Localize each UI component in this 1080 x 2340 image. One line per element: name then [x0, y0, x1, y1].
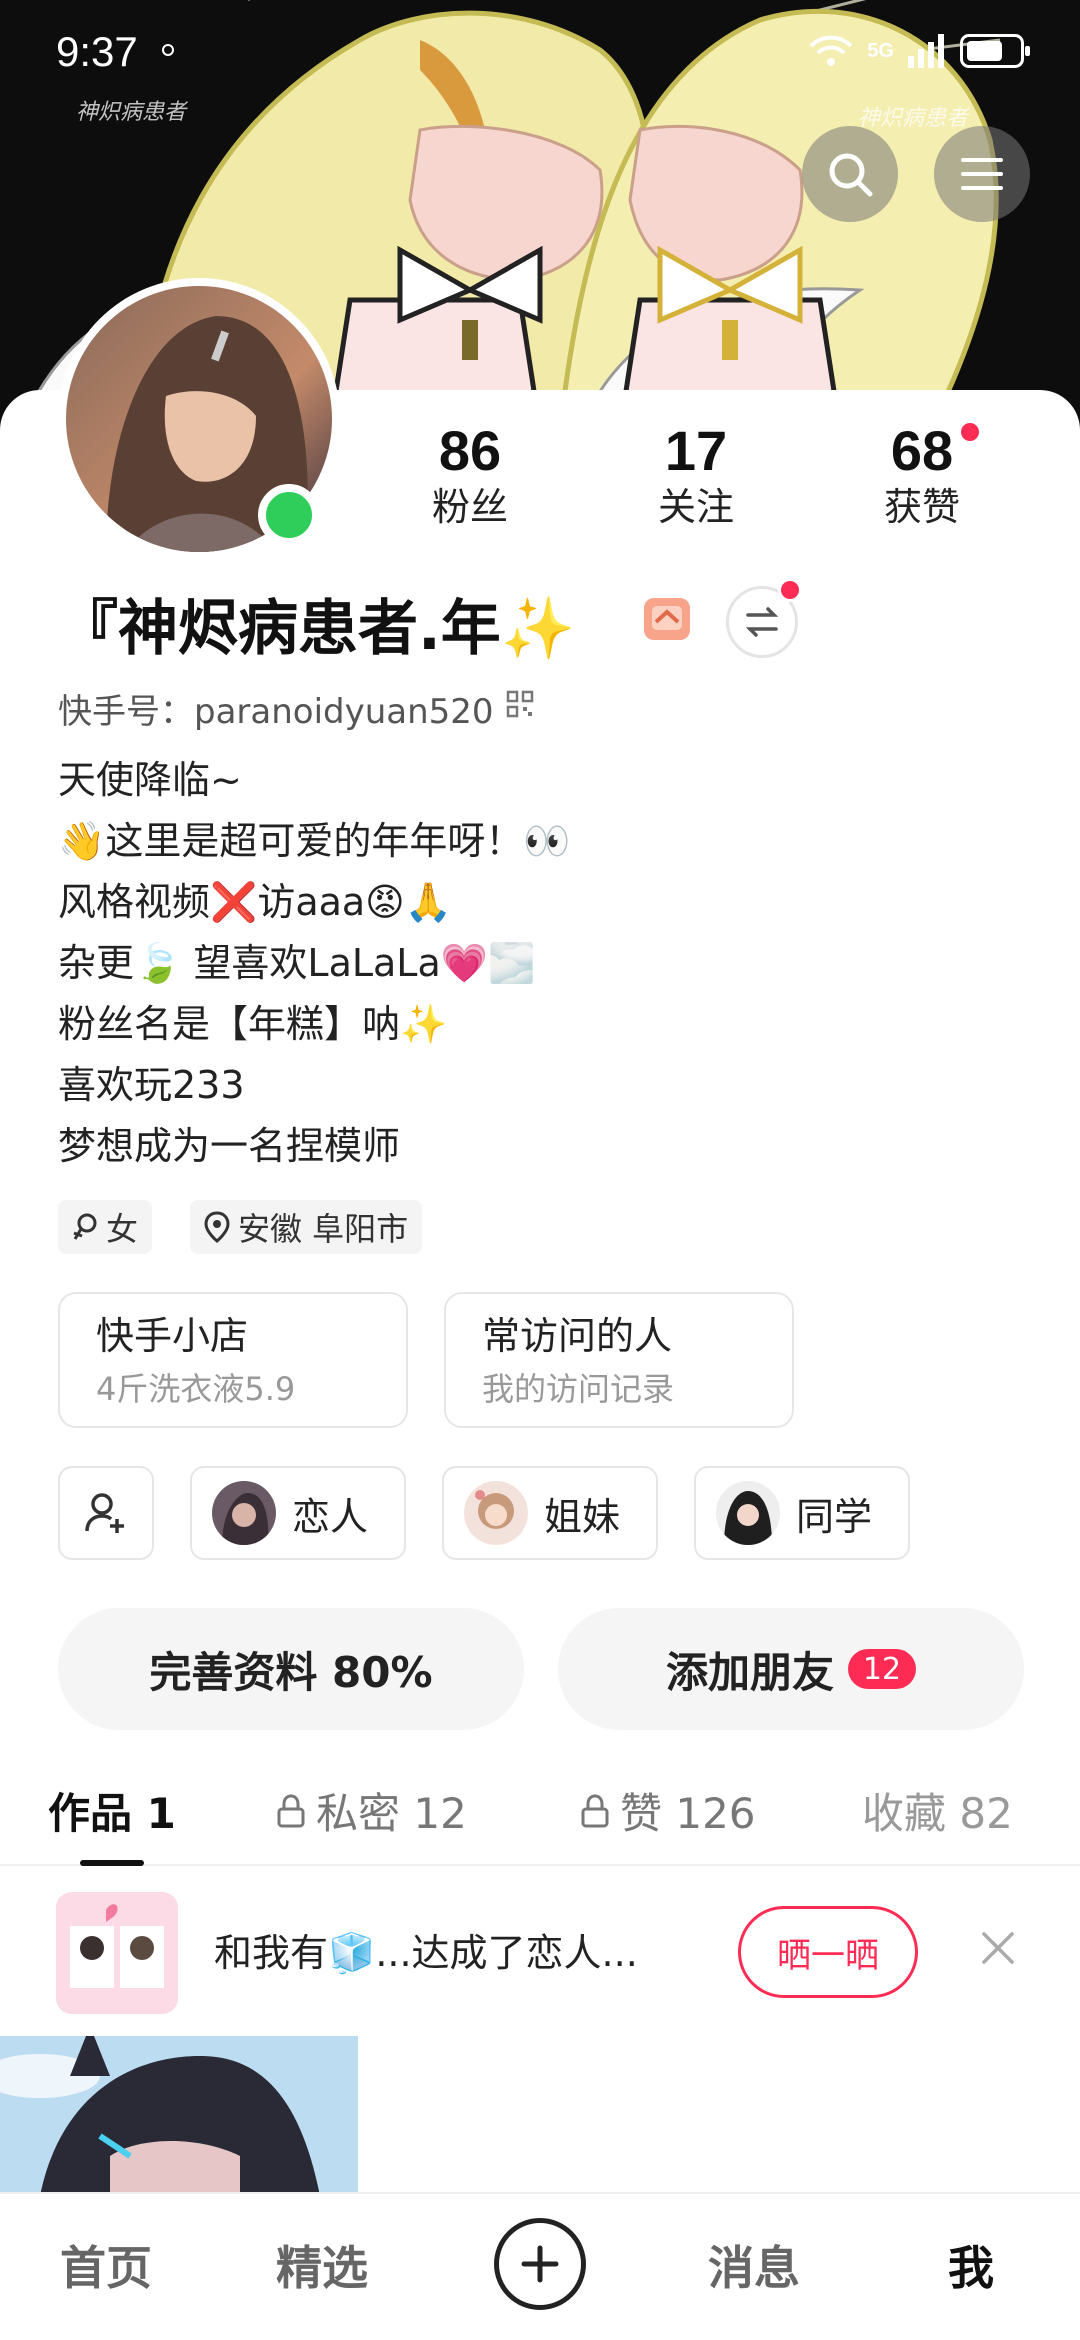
classmate-avatar: [716, 1481, 780, 1545]
notification-dot-icon: [162, 44, 174, 56]
nav-me[interactable]: 我: [948, 2232, 994, 2298]
bio-line: 风格视频❌访aaa😡🙏: [58, 880, 453, 924]
tab-label: 赞 126: [620, 1789, 756, 1838]
promo-thumbnail: [56, 1892, 178, 2014]
likes-notification-dot: [958, 420, 982, 444]
shop-subtitle: 4斤洗衣液5.9: [96, 1370, 296, 1408]
fans-label: 粉丝: [431, 485, 508, 529]
gender-label: 女: [106, 1210, 139, 1248]
following-label: 关注: [657, 485, 734, 529]
stat-fans[interactable]: 86 粉丝: [385, 420, 555, 532]
location-label: 安徽 阜阳市: [238, 1210, 409, 1248]
visitors-subtitle: 我的访问记录: [482, 1370, 675, 1408]
relation-lover[interactable]: 恋人: [190, 1466, 406, 1560]
fans-count: 86: [438, 419, 502, 482]
relation-sister[interactable]: 姐妹: [442, 1466, 658, 1560]
content-tabs: 作品 1 私密 12 赞 126 收藏 82: [0, 1770, 1080, 1866]
video-thumbnail[interactable]: [0, 2036, 358, 2196]
female-icon: [73, 1213, 97, 1240]
online-status-dot: [258, 484, 320, 546]
create-post-button[interactable]: [494, 2218, 586, 2310]
banner-watermark-right: 神炽病患者: [858, 106, 969, 131]
status-time: 9:37: [56, 28, 138, 75]
bio-line: 👋这里是超可爱的年年呀！👀: [58, 819, 571, 863]
bottom-navigation: 首页 精选 消息 我: [0, 2192, 1080, 2340]
relation-promo-banner: 和我有🧊...达成了恋人... 晒一晒: [0, 1870, 1080, 2030]
stat-likes[interactable]: 68 获赞: [837, 420, 1007, 532]
menu-button[interactable]: [934, 126, 1030, 222]
level-badge-icon[interactable]: [640, 592, 694, 646]
nav-featured[interactable]: 精选: [276, 2232, 368, 2298]
visitors-title: 常访问的人: [482, 1314, 673, 1358]
plus-icon: [521, 2245, 559, 2283]
active-tab-indicator: [80, 1860, 144, 1866]
network-type: 5G: [867, 39, 894, 62]
nav-home[interactable]: 首页: [60, 2232, 152, 2298]
tab-label: 收藏 82: [862, 1789, 1013, 1838]
friend-request-count-badge: 12: [848, 1649, 916, 1689]
likes-label: 获赞: [883, 485, 960, 529]
kuaishou-shop-entry[interactable]: 快手小店 4斤洗衣液5.9: [58, 1292, 408, 1428]
hamburger-menu-icon: [961, 158, 1003, 190]
tab-label: 作品 1: [48, 1789, 176, 1838]
profile-name: 『神烬病患者.年✨: [58, 594, 576, 664]
nav-messages[interactable]: 消息: [708, 2232, 800, 2298]
stat-following[interactable]: 17 关注: [611, 420, 781, 532]
add-friends-label: 添加朋友: [665, 1647, 834, 1697]
tab-private[interactable]: 私密 12: [276, 1780, 467, 1841]
close-icon[interactable]: [976, 1926, 1020, 1970]
signal-icon: [908, 34, 944, 68]
following-count: 17: [664, 419, 728, 482]
add-person-icon: [85, 1493, 124, 1533]
relation-label: 姐妹: [544, 1494, 621, 1539]
wifi-icon: [809, 35, 853, 66]
tab-liked[interactable]: 赞 126: [580, 1780, 756, 1841]
relation-label: 恋人: [292, 1494, 369, 1539]
battery-icon: [960, 34, 1030, 68]
relation-classmate[interactable]: 同学: [694, 1466, 910, 1560]
bio-line: 天使降临~: [58, 758, 242, 802]
complete-profile-label: 完善资料 80%: [149, 1647, 433, 1697]
add-relation-button[interactable]: [58, 1466, 154, 1560]
bio-line: 杂更🍃 望喜欢LaLaLa💗🌫️: [58, 941, 536, 985]
lover-avatar: [212, 1481, 276, 1545]
relation-label: 同学: [796, 1494, 873, 1539]
bio-line: 喜欢玩233: [58, 1063, 245, 1107]
tab-favorites[interactable]: 收藏 82: [862, 1780, 1013, 1841]
location-tag: 安徽 阜阳市: [190, 1200, 423, 1254]
search-button[interactable]: [802, 126, 898, 222]
sister-avatar: [464, 1481, 528, 1545]
lock-icon: [277, 1793, 305, 1827]
lock-icon: [581, 1793, 609, 1827]
shop-title: 快手小店: [96, 1314, 249, 1358]
banner-watermark-left: 神炽病患者: [76, 100, 187, 125]
swap-arrows-icon: [745, 607, 779, 637]
share-button[interactable]: 晒一晒: [738, 1906, 918, 1998]
gender-tag: 女: [58, 1200, 153, 1254]
promo-text: 和我有🧊...达成了恋人...: [214, 1931, 638, 1975]
complete-profile-button[interactable]: 完善资料 80%: [58, 1608, 524, 1730]
switch-notification-dot: [778, 578, 802, 602]
frequent-visitors-entry[interactable]: 常访问的人 我的访问记录: [444, 1292, 794, 1428]
search-icon: [829, 153, 873, 197]
add-friends-button[interactable]: 添加朋友 12: [558, 1608, 1024, 1730]
status-icons: 5G: [809, 34, 1030, 68]
bio-line: 梦想成为一名捏模师: [58, 1124, 401, 1168]
bio-line: 粉丝名是【年糕】呐✨: [58, 1002, 448, 1046]
location-pin-icon: [204, 1211, 230, 1243]
profile-bio: 天使降临~ 👋这里是超可爱的年年呀！👀 风格视频❌访aaa😡🙏 杂更🍃 望喜欢L…: [58, 750, 1018, 1177]
qr-code-icon[interactable]: [506, 690, 534, 718]
tab-label: 私密 12: [316, 1789, 467, 1838]
tab-works[interactable]: 作品 1: [48, 1780, 176, 1841]
kuaishou-id[interactable]: 快手号：paranoidyuan520: [58, 684, 494, 733]
